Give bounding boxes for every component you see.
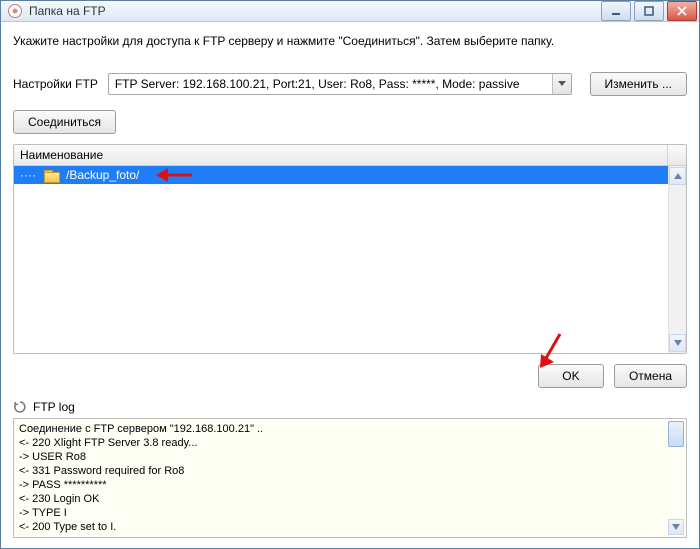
instruction-text: Укажите настройки для доступа к FTP серв… (13, 34, 687, 48)
connect-row: Соединиться (13, 110, 687, 134)
log-line: <- 200 Type set to I. (19, 520, 686, 534)
cancel-button[interactable]: Отмена (614, 364, 687, 388)
settings-label: Настройки FTP (13, 77, 98, 91)
ftp-settings-combo[interactable]: FTP Server: 192.168.100.21, Port:21, Use… (108, 73, 572, 95)
log-line: -> USER Ro8 (19, 450, 686, 464)
client-area: Укажите настройки для доступа к FTP серв… (1, 22, 699, 548)
grid-header-scroll-spacer (667, 145, 686, 165)
app-icon (7, 3, 23, 19)
ok-button[interactable]: OK (538, 364, 604, 388)
dialog-buttons: OK Отмена (13, 364, 687, 388)
window-buttons (601, 1, 697, 21)
grid-header[interactable]: Наименование (14, 145, 686, 166)
ftp-settings-value: FTP Server: 192.168.100.21, Port:21, Use… (115, 77, 552, 91)
minimize-button[interactable] (601, 1, 631, 21)
folder-grid: Наименование ···· /Backup_foto/ (13, 144, 687, 354)
titlebar: Папка на FTP (1, 1, 699, 22)
log-line: <- 230 Login OK (19, 492, 686, 506)
log-scroll-down-icon[interactable] (668, 519, 684, 535)
close-button[interactable] (667, 1, 697, 21)
log-header: FTP log (13, 400, 687, 414)
log-line: -> TYPE I (19, 506, 686, 520)
ftp-log[interactable]: Соединение с FTP сервером "192.168.100.2… (13, 418, 687, 538)
log-line: Соединение с FTP сервером "192.168.100.2… (19, 422, 686, 436)
log-line: <- 220 Xlight FTP Server 3.8 ready... (19, 436, 686, 450)
folder-icon (44, 168, 60, 182)
folder-path: /Backup_foto/ (66, 168, 139, 182)
log-title: FTP log (33, 400, 75, 414)
grid-scrollbar[interactable] (668, 166, 686, 353)
log-scroll-thumb[interactable] (668, 421, 684, 447)
grid-body[interactable]: ···· /Backup_foto/ (14, 166, 686, 353)
tree-line-icon: ···· (20, 168, 44, 182)
scroll-up-icon[interactable] (669, 167, 686, 185)
settings-row: Настройки FTP FTP Server: 192.168.100.21… (13, 72, 687, 96)
connect-button[interactable]: Соединиться (13, 110, 116, 134)
chevron-down-icon (552, 74, 571, 94)
reload-icon[interactable] (13, 400, 27, 414)
grid-header-label: Наименование (20, 148, 103, 162)
window-title: Папка на FTP (29, 4, 601, 18)
maximize-button[interactable] (634, 1, 664, 21)
log-line: -> PASS ********** (19, 478, 686, 492)
window-root: Папка на FTP Укажите настройки для досту… (0, 0, 700, 549)
scroll-down-icon[interactable] (669, 334, 686, 352)
log-line: <- 331 Password required for Ro8 (19, 464, 686, 478)
folder-row[interactable]: ···· /Backup_foto/ (14, 166, 686, 184)
edit-button[interactable]: Изменить ... (590, 72, 687, 96)
